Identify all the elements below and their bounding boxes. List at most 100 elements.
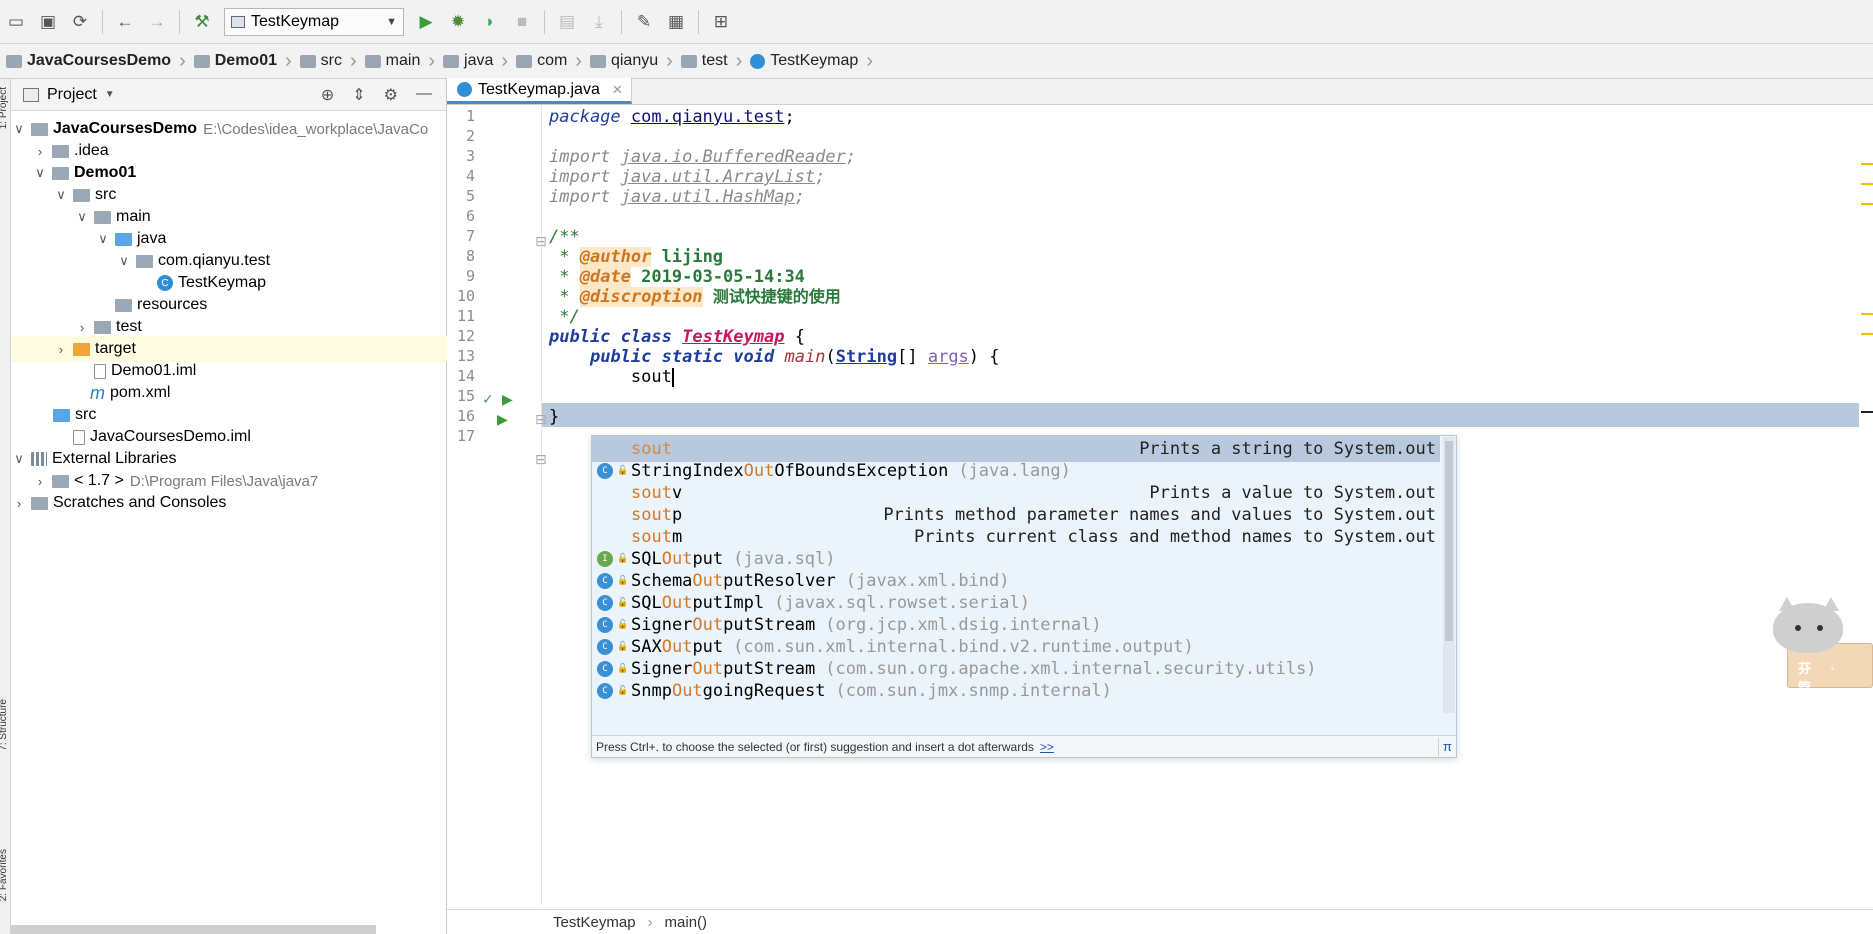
save-icon[interactable]: ▣ <box>34 8 62 36</box>
folder-icon <box>364 54 381 68</box>
favorites-tool-tab[interactable]: 2: Favorites <box>0 849 9 901</box>
vcs-download-icon[interactable]: ⤓ <box>585 8 613 36</box>
open-folder-icon[interactable]: ▭ <box>2 8 30 36</box>
folder-icon <box>443 54 460 68</box>
completion-text: Signer <box>631 615 693 635</box>
project-panel-title[interactable]: Project <box>47 86 97 104</box>
warning-marker[interactable] <box>1861 203 1873 205</box>
completion-package: (java.lang) <box>958 461 1071 481</box>
warning-marker[interactable] <box>1861 313 1873 315</box>
completion-description: Prints method parameter names and values… <box>883 505 1436 525</box>
chevron-down-icon[interactable]: ∨ <box>116 253 132 269</box>
completion-package: (org.jcp.xml.dsig.internal) <box>825 615 1102 635</box>
completion-match: Out <box>671 681 703 701</box>
completion-package: (javax.sql.rowset.serial) <box>774 593 1030 613</box>
breadcrumb-item[interactable]: test <box>677 52 732 70</box>
import-path: java.io.BufferedReader <box>620 147 846 167</box>
completion-match: Out <box>692 659 724 679</box>
warning-marker[interactable] <box>1861 183 1873 185</box>
back-arrow-icon[interactable]: ← <box>111 8 139 36</box>
sync-icon[interactable]: ⟳ <box>66 8 94 36</box>
tree-node-label: Demo01 <box>74 164 137 181</box>
chevron-right-icon[interactable]: › <box>74 320 90 335</box>
chevron-down-icon[interactable]: ∨ <box>11 121 27 137</box>
popup-scroll-thumb[interactable] <box>1445 441 1453 641</box>
breadcrumb-item[interactable]: java <box>439 52 497 70</box>
breadcrumb-item[interactable]: JavaCoursesDemo <box>2 52 175 70</box>
completion-text: goingRequest <box>702 681 826 701</box>
breadcrumb-label: Demo01 <box>214 52 277 69</box>
chevron-right-icon[interactable]: › <box>32 144 48 159</box>
chevron-down-icon[interactable]: ∨ <box>53 187 69 203</box>
chevron-down-icon[interactable]: ∨ <box>74 209 90 225</box>
tree-node-label: pom.xml <box>110 384 171 401</box>
chevron-right-icon[interactable]: › <box>53 342 69 357</box>
structure-tool-tab[interactable]: 7: Structure <box>0 699 9 751</box>
run-config-label: TestKeymap <box>251 12 340 30</box>
error-stripe[interactable] <box>1859 105 1873 905</box>
completion-package: (com.sun.xml.internal.bind.v2.runtime.ou… <box>733 637 1194 657</box>
javadoc-value: lijing <box>661 247 724 267</box>
chevron-right-icon[interactable]: › <box>32 474 48 489</box>
stop-icon[interactable]: ■ <box>508 8 536 36</box>
completion-item[interactable]: C 🔓 Snmp Out goingRequest (com.sun.jmx.snmp.i… <box>592 678 1440 704</box>
completion-package: (javax.xml.bind) <box>845 571 1010 591</box>
gear-icon[interactable]: ⚙ <box>384 85 398 105</box>
completion-description: Prints a string to System.out <box>1139 439 1436 459</box>
toolbar-separator <box>698 9 699 34</box>
chevron-down-icon[interactable]: ▼ <box>105 89 115 100</box>
completion-hint-more-link[interactable]: >> <box>1040 740 1054 754</box>
project-tool-tab[interactable]: 1: Project <box>0 87 9 129</box>
close-icon[interactable]: ✕ <box>612 82 623 98</box>
breadcrumb-item[interactable]: com <box>512 52 571 70</box>
param-type: String <box>835 347 898 367</box>
breadcrumb-item[interactable]: Demo01 <box>190 52 281 70</box>
tree-node-label: .idea <box>74 142 109 159</box>
tree-node-scratches[interactable]: › Scratches and Consoles <box>11 490 447 516</box>
chevron-down-icon[interactable]: ∨ <box>32 165 48 181</box>
vcs-update-icon[interactable]: ▤ <box>553 8 581 36</box>
completion-text: OfBoundsException <box>774 461 949 481</box>
class-name: TestKeymap <box>682 327 785 347</box>
warning-marker[interactable] <box>1861 163 1873 165</box>
breadcrumb-separator: › <box>647 913 653 931</box>
horizontal-scrollbar[interactable] <box>11 925 376 934</box>
completion-hint: Press Ctrl+. to choose the selected (or … <box>592 735 1456 757</box>
build-hammer-icon[interactable]: ⚒ <box>188 8 216 36</box>
tree-node-path: D:\Program Files\Java\java7 <box>129 472 319 490</box>
warning-marker[interactable] <box>1861 333 1873 335</box>
chevron-right-icon[interactable]: › <box>11 496 27 511</box>
breadcrumb-arrow-icon: › <box>350 50 357 72</box>
collapse-all-icon[interactable]: ⇕ <box>352 85 365 105</box>
breadcrumb-item[interactable]: src <box>296 52 346 70</box>
hide-panel-icon[interactable]: — <box>416 85 432 105</box>
breadcrumb-item[interactable]: TestKeymap <box>746 52 862 70</box>
breadcrumb-item[interactable]: main <box>361 52 425 70</box>
completion-text: SQL <box>631 549 662 569</box>
chevron-down-icon[interactable]: ∨ <box>11 451 27 467</box>
chevron-down-icon[interactable]: ∨ <box>95 231 111 247</box>
breadcrumb-method[interactable]: main() <box>665 914 708 931</box>
forward-arrow-icon[interactable]: → <box>143 8 171 36</box>
project-structure-icon[interactable]: ▦ <box>662 8 690 36</box>
debug-bug-icon[interactable]: ✹ <box>444 8 472 36</box>
folder-icon <box>299 54 316 68</box>
run-config-select[interactable]: TestKeymap ▼ <box>224 7 404 36</box>
completion-text: SAX <box>631 637 662 657</box>
run-icon[interactable]: ▶ <box>412 8 440 36</box>
popup-scrollbar[interactable] <box>1443 437 1455 713</box>
sdk-manager-icon[interactable]: ⊞ <box>707 8 735 36</box>
editor-tab-testkeymap[interactable]: TestKeymap.java ✕ <box>447 78 632 104</box>
locate-file-icon[interactable]: ⊕ <box>321 85 334 105</box>
completion-match: Out <box>692 571 724 591</box>
breadcrumb-item[interactable]: qianyu <box>586 52 662 70</box>
completion-text: Schema <box>631 571 693 591</box>
breadcrumb-class[interactable]: TestKeymap <box>553 914 636 931</box>
settings-wrench-icon[interactable]: ✎ <box>630 8 658 36</box>
pi-icon[interactable]: π <box>1438 737 1456 756</box>
editor-breadcrumb-bar: TestKeymap › main() <box>447 909 1873 934</box>
access-icon: 🔓 <box>617 576 629 586</box>
code-line: * @discroption 测试快捷键的使用 <box>549 287 841 307</box>
coverage-icon[interactable]: ◗ <box>476 8 504 36</box>
class-icon: C <box>157 275 173 291</box>
